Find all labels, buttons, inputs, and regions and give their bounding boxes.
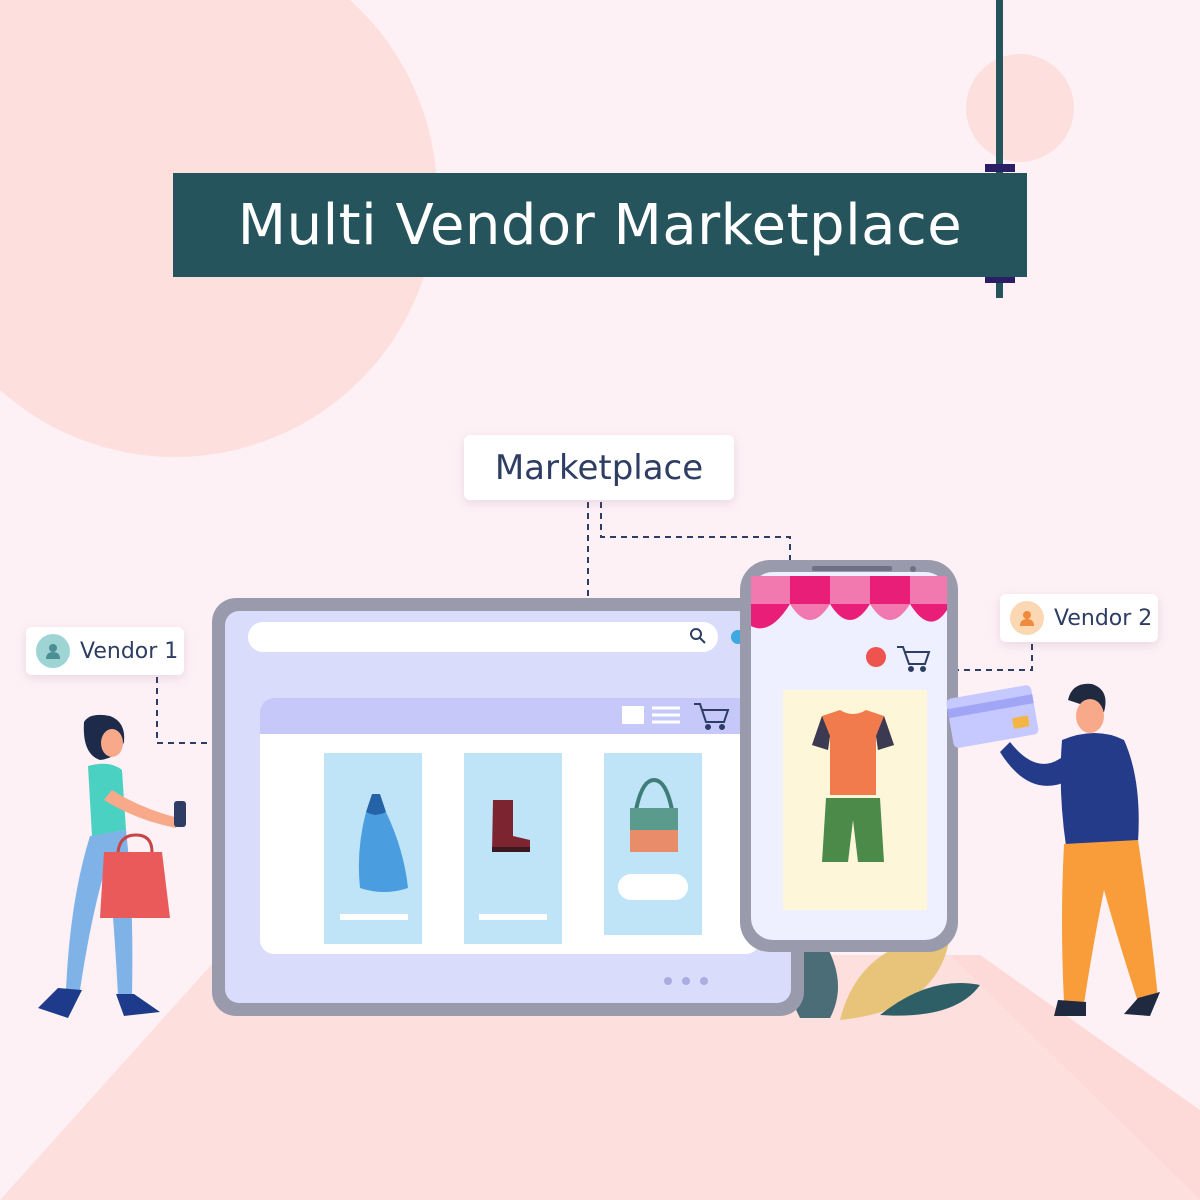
man-arm [1000, 742, 1070, 786]
man-sweater [1060, 733, 1139, 846]
man-face [1076, 699, 1104, 733]
shopper-man-illustration [946, 683, 1160, 1016]
man-shoe-left [1054, 1000, 1086, 1016]
man-pants [1062, 840, 1158, 1004]
credit-card-icon [946, 685, 1039, 748]
